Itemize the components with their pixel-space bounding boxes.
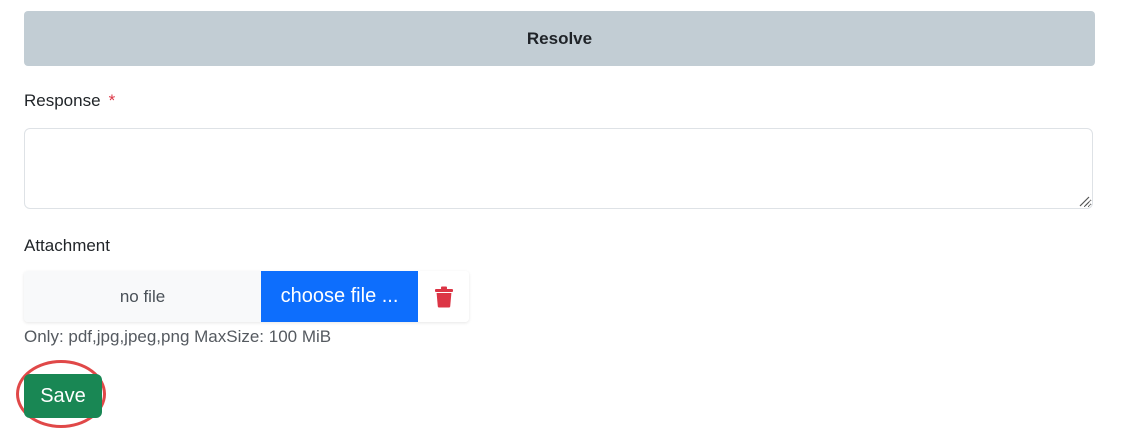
resolve-header-label: Resolve	[526, 28, 593, 48]
choose-file-label: choose file ...	[280, 285, 399, 307]
attachment-label: Attachment	[24, 236, 110, 255]
file-upload-group: no file choose file ...	[24, 271, 469, 322]
required-indicator: *	[108, 91, 116, 110]
file-name-display: no file	[24, 271, 261, 322]
trash-icon	[434, 286, 453, 307]
delete-file-button[interactable]	[418, 271, 469, 322]
save-button[interactable]: Save	[24, 374, 102, 418]
file-constraints-hint: Only: pdf,jpg,jpeg,png MaxSize: 100 MiB	[24, 327, 332, 346]
choose-file-button[interactable]: choose file ...	[261, 271, 418, 322]
response-textarea[interactable]	[24, 128, 1093, 209]
resolve-form-page: Resolve Response * Attachment no file cho…	[0, 0, 1123, 434]
resolve-header-button[interactable]: Resolve	[24, 11, 1095, 66]
response-label-text: Response	[24, 91, 101, 110]
resize-grip-icon[interactable]	[1078, 195, 1090, 207]
save-label: Save	[40, 384, 86, 407]
save-highlight: Save	[16, 360, 110, 432]
response-label: Response *	[24, 91, 115, 111]
